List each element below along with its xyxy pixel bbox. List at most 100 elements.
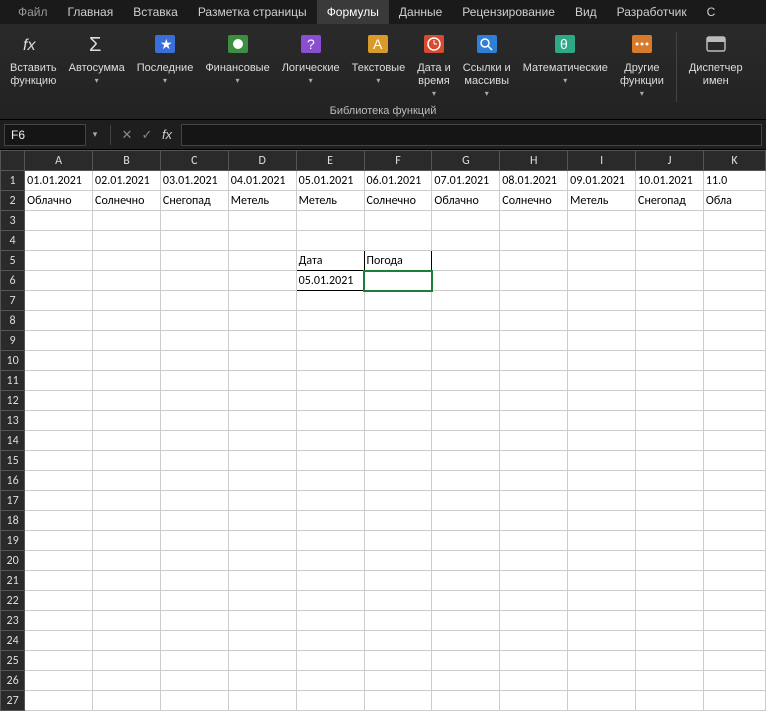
cell-J18[interactable] [636,511,704,531]
cell-G3[interactable] [432,211,500,231]
cell-D24[interactable] [228,631,296,651]
cell-D1[interactable]: 04.01.2021 [228,171,296,191]
cell-B5[interactable] [93,251,161,271]
cell-F13[interactable] [364,411,432,431]
row-header-13[interactable]: 13 [1,411,25,431]
cell-F1[interactable]: 06.01.2021 [364,171,432,191]
cell-F15[interactable] [364,451,432,471]
cell-I13[interactable] [568,411,636,431]
cell-B11[interactable] [93,371,161,391]
cell-A18[interactable] [25,511,93,531]
cell-D10[interactable] [228,351,296,371]
cell-B19[interactable] [93,531,161,551]
cell-E15[interactable] [296,451,364,471]
column-header-F[interactable]: F [364,151,432,171]
cell-F5[interactable]: Погода [364,251,432,271]
cell-I1[interactable]: 09.01.2021 [568,171,636,191]
cell-G15[interactable] [432,451,500,471]
cell-G16[interactable] [432,471,500,491]
cell-K24[interactable] [703,631,765,651]
cell-J17[interactable] [636,491,704,511]
cell-E14[interactable] [296,431,364,451]
cell-F27[interactable] [364,691,432,711]
cell-A11[interactable] [25,371,93,391]
menu-formulas[interactable]: Формулы [317,0,389,24]
cell-I18[interactable] [568,511,636,531]
cell-C27[interactable] [160,691,228,711]
cell-B1[interactable]: 02.01.2021 [93,171,161,191]
cell-F4[interactable] [364,231,432,251]
row-header-14[interactable]: 14 [1,431,25,451]
menu-insert[interactable]: Вставка [123,0,188,24]
cell-G18[interactable] [432,511,500,531]
cell-F8[interactable] [364,311,432,331]
cell-K2[interactable]: Обла [703,191,765,211]
cell-F10[interactable] [364,351,432,371]
column-header-E[interactable]: E [296,151,364,171]
cell-D14[interactable] [228,431,296,451]
cell-F7[interactable] [364,291,432,311]
cell-A13[interactable] [25,411,93,431]
cell-A10[interactable] [25,351,93,371]
cell-C14[interactable] [160,431,228,451]
cell-G11[interactable] [432,371,500,391]
cell-H8[interactable] [500,311,568,331]
cell-G25[interactable] [432,651,500,671]
cell-H9[interactable] [500,331,568,351]
column-header-D[interactable]: D [228,151,296,171]
cell-C2[interactable]: Снегопад [160,191,228,211]
cell-J11[interactable] [636,371,704,391]
fx-icon[interactable]: fx [157,127,177,142]
cell-K17[interactable] [703,491,765,511]
cell-K4[interactable] [703,231,765,251]
cell-D27[interactable] [228,691,296,711]
cell-J3[interactable] [636,211,704,231]
cell-J7[interactable] [636,291,704,311]
cell-K10[interactable] [703,351,765,371]
cell-A2[interactable]: Облачно [25,191,93,211]
cell-D22[interactable] [228,591,296,611]
menu-home[interactable]: Главная [58,0,124,24]
row-header-19[interactable]: 19 [1,531,25,551]
menu-view[interactable]: Вид [565,0,607,24]
column-header-C[interactable]: C [160,151,228,171]
row-header-18[interactable]: 18 [1,511,25,531]
ribbon-insert-function[interactable]: fx Вставить функцию [4,28,63,116]
cell-H19[interactable] [500,531,568,551]
cell-D9[interactable] [228,331,296,351]
ribbon-math[interactable]: θ Математические ▾ [517,28,614,116]
cell-J26[interactable] [636,671,704,691]
cell-E27[interactable] [296,691,364,711]
cell-E17[interactable] [296,491,364,511]
cell-K22[interactable] [703,591,765,611]
cell-D26[interactable] [228,671,296,691]
cell-C13[interactable] [160,411,228,431]
cell-A26[interactable] [25,671,93,691]
cell-E6[interactable]: 05.01.2021 [296,271,364,291]
cell-J25[interactable] [636,651,704,671]
cell-A6[interactable] [25,271,93,291]
cell-B12[interactable] [93,391,161,411]
cell-C17[interactable] [160,491,228,511]
cell-A20[interactable] [25,551,93,571]
cell-H25[interactable] [500,651,568,671]
cell-G1[interactable]: 07.01.2021 [432,171,500,191]
cell-A1[interactable]: 01.01.2021 [25,171,93,191]
ribbon-recent[interactable]: ★ Последние ▾ [131,28,200,116]
cell-E3[interactable] [296,211,364,231]
cell-K1[interactable]: 11.0 [703,171,765,191]
ribbon-text[interactable]: A Текстовые ▾ [346,28,412,116]
cell-H11[interactable] [500,371,568,391]
cell-G22[interactable] [432,591,500,611]
cell-G24[interactable] [432,631,500,651]
cell-H26[interactable] [500,671,568,691]
row-header-8[interactable]: 8 [1,311,25,331]
cell-G26[interactable] [432,671,500,691]
cell-E7[interactable] [296,291,364,311]
cell-E22[interactable] [296,591,364,611]
cell-C5[interactable] [160,251,228,271]
row-header-1[interactable]: 1 [1,171,25,191]
cell-D7[interactable] [228,291,296,311]
cell-A19[interactable] [25,531,93,551]
cell-B8[interactable] [93,311,161,331]
